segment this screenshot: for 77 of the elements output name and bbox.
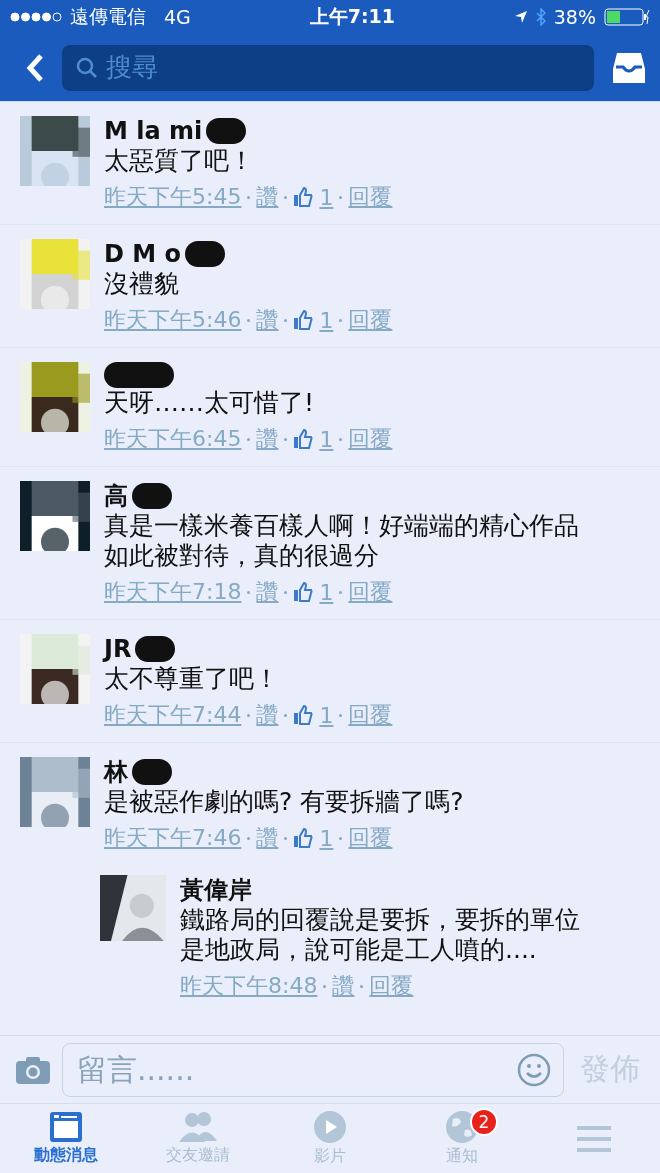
reply-link[interactable]: 回覆 (348, 182, 393, 212)
reply-link[interactable]: 回覆 (348, 577, 393, 607)
comment-input[interactable]: 留言...... (75, 1051, 375, 1088)
commenter-name[interactable]: 高 (104, 481, 594, 511)
like-link[interactable]: 讚 (256, 182, 279, 212)
reply-link[interactable]: 回覆 (348, 700, 393, 730)
clock: 上午7:11 (309, 4, 395, 29)
play-icon (313, 1110, 347, 1144)
thumbs-up-icon (293, 429, 314, 449)
thumbs-up-icon (293, 705, 314, 725)
network-type: 4G (164, 6, 191, 28)
thumbs-up-icon (293, 187, 314, 207)
inbox-icon[interactable] (612, 50, 646, 85)
redaction-mark (135, 636, 176, 662)
comment-text: 沒禮貌 (104, 269, 180, 299)
like-count[interactable]: 1 (319, 825, 334, 851)
timestamp-link[interactable]: 昨天下午5:46 (104, 305, 242, 335)
like-link[interactable]: 讚 (256, 823, 279, 853)
bluetooth-icon (535, 8, 546, 26)
like-link[interactable]: 讚 (332, 971, 355, 1001)
commenter-name[interactable]: JR (104, 634, 393, 664)
comment-text: 真是一樣米養百樣人啊！好端端的精心作品如此被對待，真的很過分 (104, 511, 580, 571)
like-count[interactable]: 1 (319, 702, 334, 728)
thumbs-up-icon (293, 582, 314, 602)
comment-text: 太惡質了吧！ (104, 146, 255, 176)
redaction-mark (132, 483, 172, 509)
like-link[interactable]: 讚 (256, 305, 279, 335)
reply-link[interactable]: 回覆 (348, 305, 393, 335)
tab[interactable]: 通知 2 (396, 1104, 528, 1173)
like-count[interactable]: 1 (319, 184, 334, 210)
commenter-name[interactable]: 林 (104, 757, 464, 787)
camera-icon[interactable] (16, 1055, 50, 1084)
thumbs-up-icon (293, 310, 314, 330)
like-count[interactable]: 1 (319, 579, 334, 605)
comment-text: 鐵路局的回覆說是要拆，要拆的單位是地政局，說可能是工人噴的.... (180, 905, 581, 965)
timestamp-link[interactable]: 昨天下午7:18 (104, 577, 242, 607)
news-feed-icon (49, 1111, 83, 1143)
battery-icon (604, 8, 650, 26)
like-link[interactable]: 讚 (256, 424, 279, 454)
like-count[interactable]: 1 (319, 426, 334, 452)
timestamp-link[interactable]: 昨天下午7:44 (104, 700, 242, 730)
comment-text: 太不尊重了吧！ (104, 664, 280, 694)
notification-badge: 2 (470, 1108, 498, 1136)
commenter-name[interactable]: 黃偉岸 (180, 875, 600, 905)
menu-icon (577, 1123, 611, 1154)
timestamp-link[interactable]: 昨天下午6:45 (104, 424, 242, 454)
comment-text: 是被惡作劇的嗎? 有要拆牆了嗎? (104, 787, 464, 817)
signal-icon (10, 12, 62, 22)
location-icon (513, 10, 528, 24)
redaction-mark (104, 362, 174, 388)
search-icon (76, 56, 98, 79)
comment-text: 天呀……太可惜了! (104, 388, 316, 418)
smiley-icon[interactable] (517, 1052, 551, 1087)
comment-field[interactable]: 留言...... (62, 1042, 564, 1097)
timestamp-link[interactable]: 昨天下午7:46 (104, 823, 242, 853)
commenter-name[interactable]: M la mi (104, 116, 393, 146)
thumbs-up-icon (293, 828, 314, 848)
reply-link[interactable]: 回覆 (348, 424, 393, 454)
friends-icon (179, 1111, 217, 1143)
carrier-name: 遠傳電信 (70, 4, 146, 29)
tab[interactable]: 影片 (264, 1104, 396, 1173)
battery-percent: 38% (553, 6, 596, 28)
like-count[interactable]: 1 (319, 307, 334, 333)
redaction-mark (132, 759, 172, 785)
timestamp-link[interactable]: 昨天下午8:48 (180, 971, 318, 1001)
like-link[interactable]: 讚 (256, 700, 279, 730)
tab[interactable]: 動態消息 (0, 1104, 132, 1173)
like-link[interactable]: 讚 (256, 577, 279, 607)
reply-link[interactable]: 回覆 (369, 971, 414, 1001)
redaction-mark (185, 241, 225, 267)
tab[interactable]: 交友邀請 (132, 1104, 264, 1173)
reply-link[interactable]: 回覆 (348, 823, 393, 853)
timestamp-link[interactable]: 昨天下午5:45 (104, 182, 242, 212)
commenter-name[interactable]: D M o (104, 239, 393, 269)
search-field[interactable]: 搜尋 (62, 44, 594, 91)
back-icon[interactable] (26, 52, 44, 83)
redaction-mark (206, 118, 247, 144)
